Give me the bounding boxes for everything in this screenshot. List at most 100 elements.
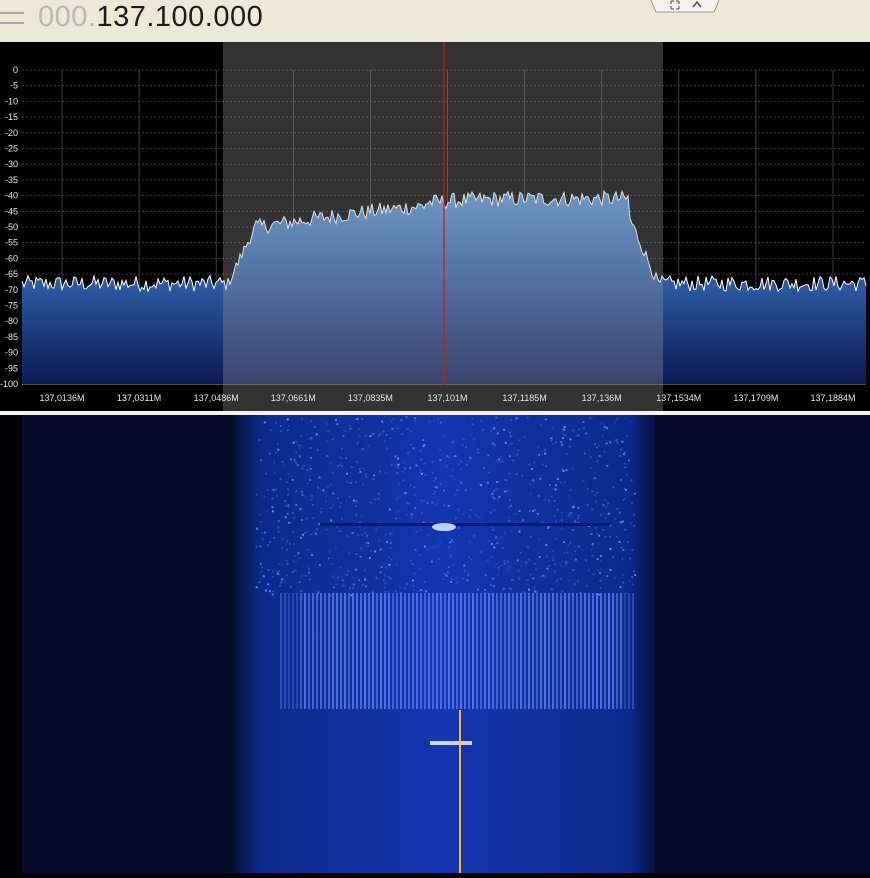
waterfall-speck	[325, 440, 328, 443]
waterfall-speck	[522, 519, 525, 522]
waterfall-speck	[577, 580, 580, 583]
waterfall-speck	[441, 577, 444, 580]
waterfall-speck	[572, 429, 575, 432]
waterfall-speck	[611, 556, 614, 559]
waterfall-speck	[335, 578, 338, 581]
x-tick-label: 137,0835M	[348, 393, 393, 403]
chevron-up-icon[interactable]	[690, 0, 704, 12]
waterfall-speck	[295, 451, 298, 454]
waterfall-speck	[325, 495, 328, 498]
waterfall-speck	[355, 513, 358, 516]
waterfall-speck	[362, 483, 365, 486]
waterfall-speck	[256, 527, 259, 530]
spectrum-plot[interactable]: 0 -5 -10 -15 -20 -25 -30 -35 -40 -45 -50 -55 -60 -65 -…	[0, 42, 870, 412]
waterfall-speck	[492, 577, 495, 580]
waterfall-speck	[359, 555, 362, 558]
waterfall-speck	[596, 491, 598, 494]
panel-toggle-tab[interactable]	[650, 0, 720, 14]
waterfall-stripe	[440, 593, 442, 709]
waterfall-speck	[459, 468, 462, 471]
waterfall-stripe	[612, 593, 614, 709]
waterfall-speck	[276, 570, 279, 573]
waterfall-speck	[571, 528, 574, 531]
waterfall-stripe	[396, 593, 398, 709]
waterfall-speck	[422, 445, 425, 448]
waterfall-speck	[619, 521, 622, 524]
waterfall-speck	[378, 539, 381, 542]
waterfall-speck	[433, 419, 435, 422]
x-tick-label: 137,1884M	[810, 393, 855, 403]
waterfall-speck	[283, 464, 286, 467]
spectrum-panel[interactable]: 0 -5 -10 -15 -20 -25 -30 -35 -40 -45 -50 -55 -60 -65 -…	[0, 42, 870, 412]
filter-passband-overlay[interactable]	[223, 42, 663, 412]
waterfall-burst	[432, 523, 456, 531]
waterfall-stripe	[588, 593, 590, 709]
waterfall-speck	[500, 456, 502, 459]
waterfall-speck	[457, 527, 460, 529]
waterfall-speck	[322, 489, 325, 492]
waterfall-speck	[470, 488, 472, 491]
waterfall-speck	[355, 553, 358, 556]
waterfall-speck	[255, 493, 258, 496]
waterfall-speck	[510, 529, 513, 532]
waterfall-stripe	[552, 593, 554, 709]
waterfall-speck	[291, 570, 294, 573]
waterfall-speck	[255, 586, 258, 589]
waterfall-speck	[400, 419, 403, 422]
waterfall-stripe	[452, 593, 454, 709]
waterfall-speck	[277, 526, 280, 529]
waterfall-speck	[510, 504, 513, 507]
waterfall-stripe	[628, 593, 630, 709]
waterfall-speck	[284, 504, 287, 507]
waterfall-speck	[607, 502, 610, 505]
waterfall-speck	[567, 579, 570, 582]
waterfall-speck	[330, 562, 333, 565]
waterfall-speck	[351, 532, 354, 535]
waterfall-speck	[546, 555, 548, 558]
waterfall-speck	[413, 417, 416, 420]
waterfall-speck	[309, 467, 312, 470]
waterfall-speck	[388, 556, 391, 559]
waterfall-speck	[411, 563, 414, 566]
waterfall-speck	[268, 452, 271, 455]
waterfall-speck	[292, 560, 295, 563]
waterfall-speck	[560, 441, 563, 444]
waterfall-speck	[596, 460, 599, 463]
waterfall-speck	[495, 487, 498, 490]
waterfall-speck	[309, 479, 312, 481]
waterfall-speck	[599, 513, 602, 516]
waterfall-speck	[389, 541, 392, 544]
waterfall-speck	[508, 443, 511, 446]
waterfall-speck	[455, 517, 457, 520]
menu-icon[interactable]	[0, 8, 26, 32]
waterfall-speck	[375, 528, 378, 531]
waterfall-speck	[391, 463, 393, 466]
waterfall-speck	[537, 445, 539, 448]
waterfall-speck	[299, 455, 301, 458]
waterfall-speck	[430, 560, 433, 563]
x-tick-label: 137,1185M	[502, 393, 546, 403]
waterfall-speck	[586, 488, 589, 491]
waterfall-speck	[383, 439, 386, 442]
waterfall-speck	[350, 466, 353, 469]
waterfall-speck	[499, 565, 502, 567]
waterfall-speck	[404, 492, 407, 495]
waterfall-speck	[488, 540, 491, 542]
frequency-display[interactable]: 000.137.100.000	[38, 0, 263, 36]
fullscreen-icon[interactable]	[668, 0, 682, 12]
waterfall-speck	[286, 418, 289, 421]
waterfall-speck	[633, 513, 635, 516]
waterfall-speck	[601, 435, 604, 438]
waterfall-speck	[493, 427, 496, 430]
waterfall-speck	[528, 509, 531, 512]
waterfall-speck	[445, 465, 448, 468]
waterfall-panel[interactable]	[0, 415, 870, 873]
waterfall-speck	[508, 506, 511, 508]
waterfall-speck	[518, 439, 521, 442]
waterfall-speck	[498, 495, 501, 498]
waterfall-speck	[567, 544, 570, 547]
waterfall-speck	[563, 426, 566, 428]
waterfall-speck	[566, 551, 569, 554]
waterfall-speck	[450, 577, 453, 580]
waterfall-speck	[606, 575, 609, 578]
